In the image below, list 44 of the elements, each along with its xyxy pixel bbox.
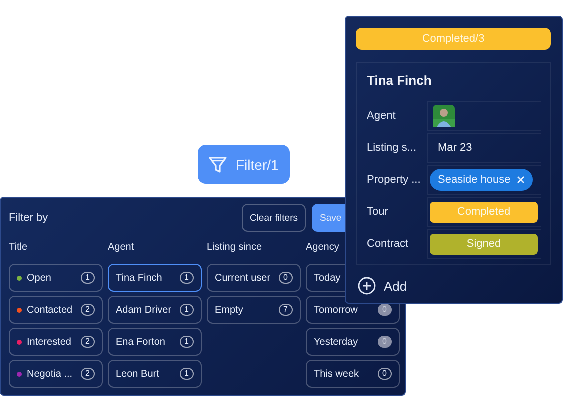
column-heading: Agency: [306, 242, 340, 255]
filter-chip[interactable]: Current user 0: [207, 264, 301, 292]
count-badge: 2: [80, 304, 95, 316]
close-icon[interactable]: [516, 176, 525, 184]
count-badge: 0: [378, 304, 392, 316]
field-label: Contract: [367, 238, 410, 250]
count-badge: 1: [180, 304, 194, 316]
field-label: Property ...: [367, 174, 422, 186]
status-tag: Completed: [430, 202, 538, 222]
count-badge: 0: [378, 368, 392, 380]
filter-chip[interactable]: Open 1: [9, 264, 103, 292]
filter-chip[interactable]: This week 0: [306, 360, 400, 388]
column-heading: Agent: [108, 242, 134, 255]
filter-chip[interactable]: Leon Burt 1: [108, 360, 202, 388]
count-badge: 1: [180, 336, 194, 348]
count-badge: 1: [80, 272, 95, 284]
field-label: Listing s...: [367, 142, 418, 154]
field-label: Agent: [367, 110, 397, 122]
count-badge: 7: [278, 304, 293, 316]
field-value: Mar 23: [437, 142, 472, 154]
add-label[interactable]: Add: [384, 278, 408, 294]
filter-chip[interactable]: Negotia ... 2: [9, 360, 103, 388]
filter-chip[interactable]: Tina Finch 1: [108, 264, 202, 292]
count-badge: 2: [80, 336, 95, 348]
group-badge: Completed/3: [356, 28, 551, 50]
property-tag[interactable]: Seaside house: [430, 169, 533, 191]
panel-title: Filter by: [9, 212, 50, 224]
clear-button[interactable]: Clear filters: [242, 204, 306, 232]
filter-chip[interactable]: Empty 7: [207, 296, 301, 324]
count-badge: 0: [278, 272, 293, 284]
record-title: Tina Finch: [367, 73, 433, 88]
column-heading: Listing since: [207, 242, 262, 255]
filter-chip[interactable]: Interested 2: [9, 328, 103, 356]
count-badge: 0: [378, 336, 392, 348]
status-tag: Signed: [430, 234, 538, 254]
filter-chip[interactable]: Adam Driver 1: [108, 296, 202, 324]
filter-chip[interactable]: Contacted 2: [9, 296, 103, 324]
filter-chip[interactable]: Ena Forton 1: [108, 328, 202, 356]
column-heading: Title: [9, 242, 28, 255]
add-icon[interactable]: [358, 277, 376, 295]
count-badge: 1: [180, 272, 194, 284]
count-badge: 2: [80, 368, 95, 380]
filter-icon: [208, 154, 228, 174]
count-badge: 1: [180, 368, 194, 380]
